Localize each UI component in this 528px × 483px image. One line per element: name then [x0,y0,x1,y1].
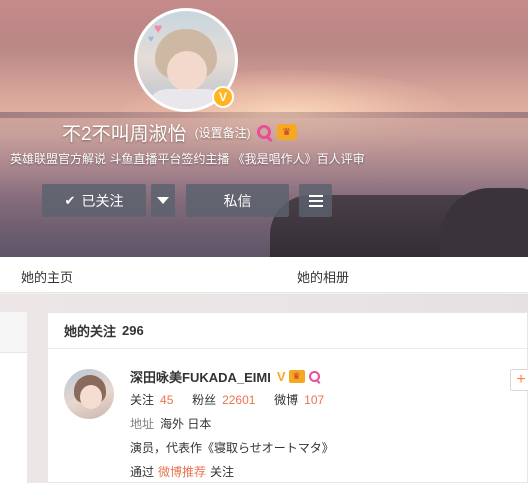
fans-label: 粉丝 [192,393,217,407]
profile-name: 不2不叫周淑怡 [62,123,187,145]
pink-search-icon[interactable] [308,371,320,382]
user-description: 演员，代表作《寝取らせオートマタ》 [130,441,334,455]
follow-count-link[interactable]: 45 [160,393,173,407]
caret-down-icon [157,197,169,204]
via-prefix: 通过 [130,465,155,479]
plus-icon: + [516,371,526,388]
crown-icon[interactable]: ♛ [288,370,305,383]
user-via: 通过 微博推荐 关注 [130,463,234,480]
via-link[interactable]: 微博推荐 [158,465,206,479]
profile-name-row: 不2不叫周淑怡 (设置备注) ♛ [62,120,297,145]
user-stats: 关注 45 粉丝 22601 微博 107 [130,391,324,408]
tab-home[interactable]: 她的主页 [21,267,73,286]
message-button-label: 私信 [223,192,252,209]
user-name-link[interactable]: 深田咏美FUKADA_EIMI [130,367,271,386]
follow-options-dropdown[interactable] [151,184,175,217]
set-remark-link[interactable]: (设置备注) [195,124,251,141]
follow-label: 关注 [130,393,155,407]
crown-icon[interactable]: ♛ [276,124,297,140]
following-title: 她的关注 [64,324,117,339]
more-menu-button[interactable] [299,184,332,217]
heart-icon: ♥ [148,34,154,45]
user-avatar[interactable] [64,369,114,419]
location-label: 地址 [130,417,155,431]
location-value: 海外 日本 [160,417,212,431]
via-suffix: 关注 [210,465,235,479]
tab-album[interactable]: 她的相册 [297,267,349,286]
user-name-row: 深田咏美FUKADA_EIMI V ♛ [130,367,320,386]
verified-v-icon: V [212,86,234,108]
user-location: 地址 海外 日本 [130,415,211,432]
following-panel: 她的关注 296 深田咏美FUKADA_EIMI V ♛ 关注 45 粉丝 2260… [47,312,528,483]
profile-bio: 英雄联盟官方解说 斗鱼直播平台签约主播 《我是唱作人》百人评审 [10,152,365,166]
menu-icon [308,194,323,207]
left-sidebar-card [0,312,27,483]
following-panel-header: 她的关注 296 [48,313,527,349]
weibo-label: 微博 [274,393,299,407]
fans-count-link[interactable]: 22601 [222,393,255,407]
followed-button-label: 已关注 [81,192,124,209]
pink-search-icon[interactable] [256,125,271,139]
weibo-count-link[interactable]: 107 [304,393,324,407]
verified-v-icon: V [276,369,286,384]
message-button[interactable]: 私信 [186,184,289,217]
followed-button[interactable]: ✔ 已关注 [42,184,146,217]
heart-icon: ♥ [154,20,163,36]
add-follow-button[interactable]: + [510,369,528,391]
following-count: 296 [122,323,144,338]
profile-tab-bar: 她的主页 她的相册 [0,257,528,293]
check-icon: ✔ [64,192,76,208]
